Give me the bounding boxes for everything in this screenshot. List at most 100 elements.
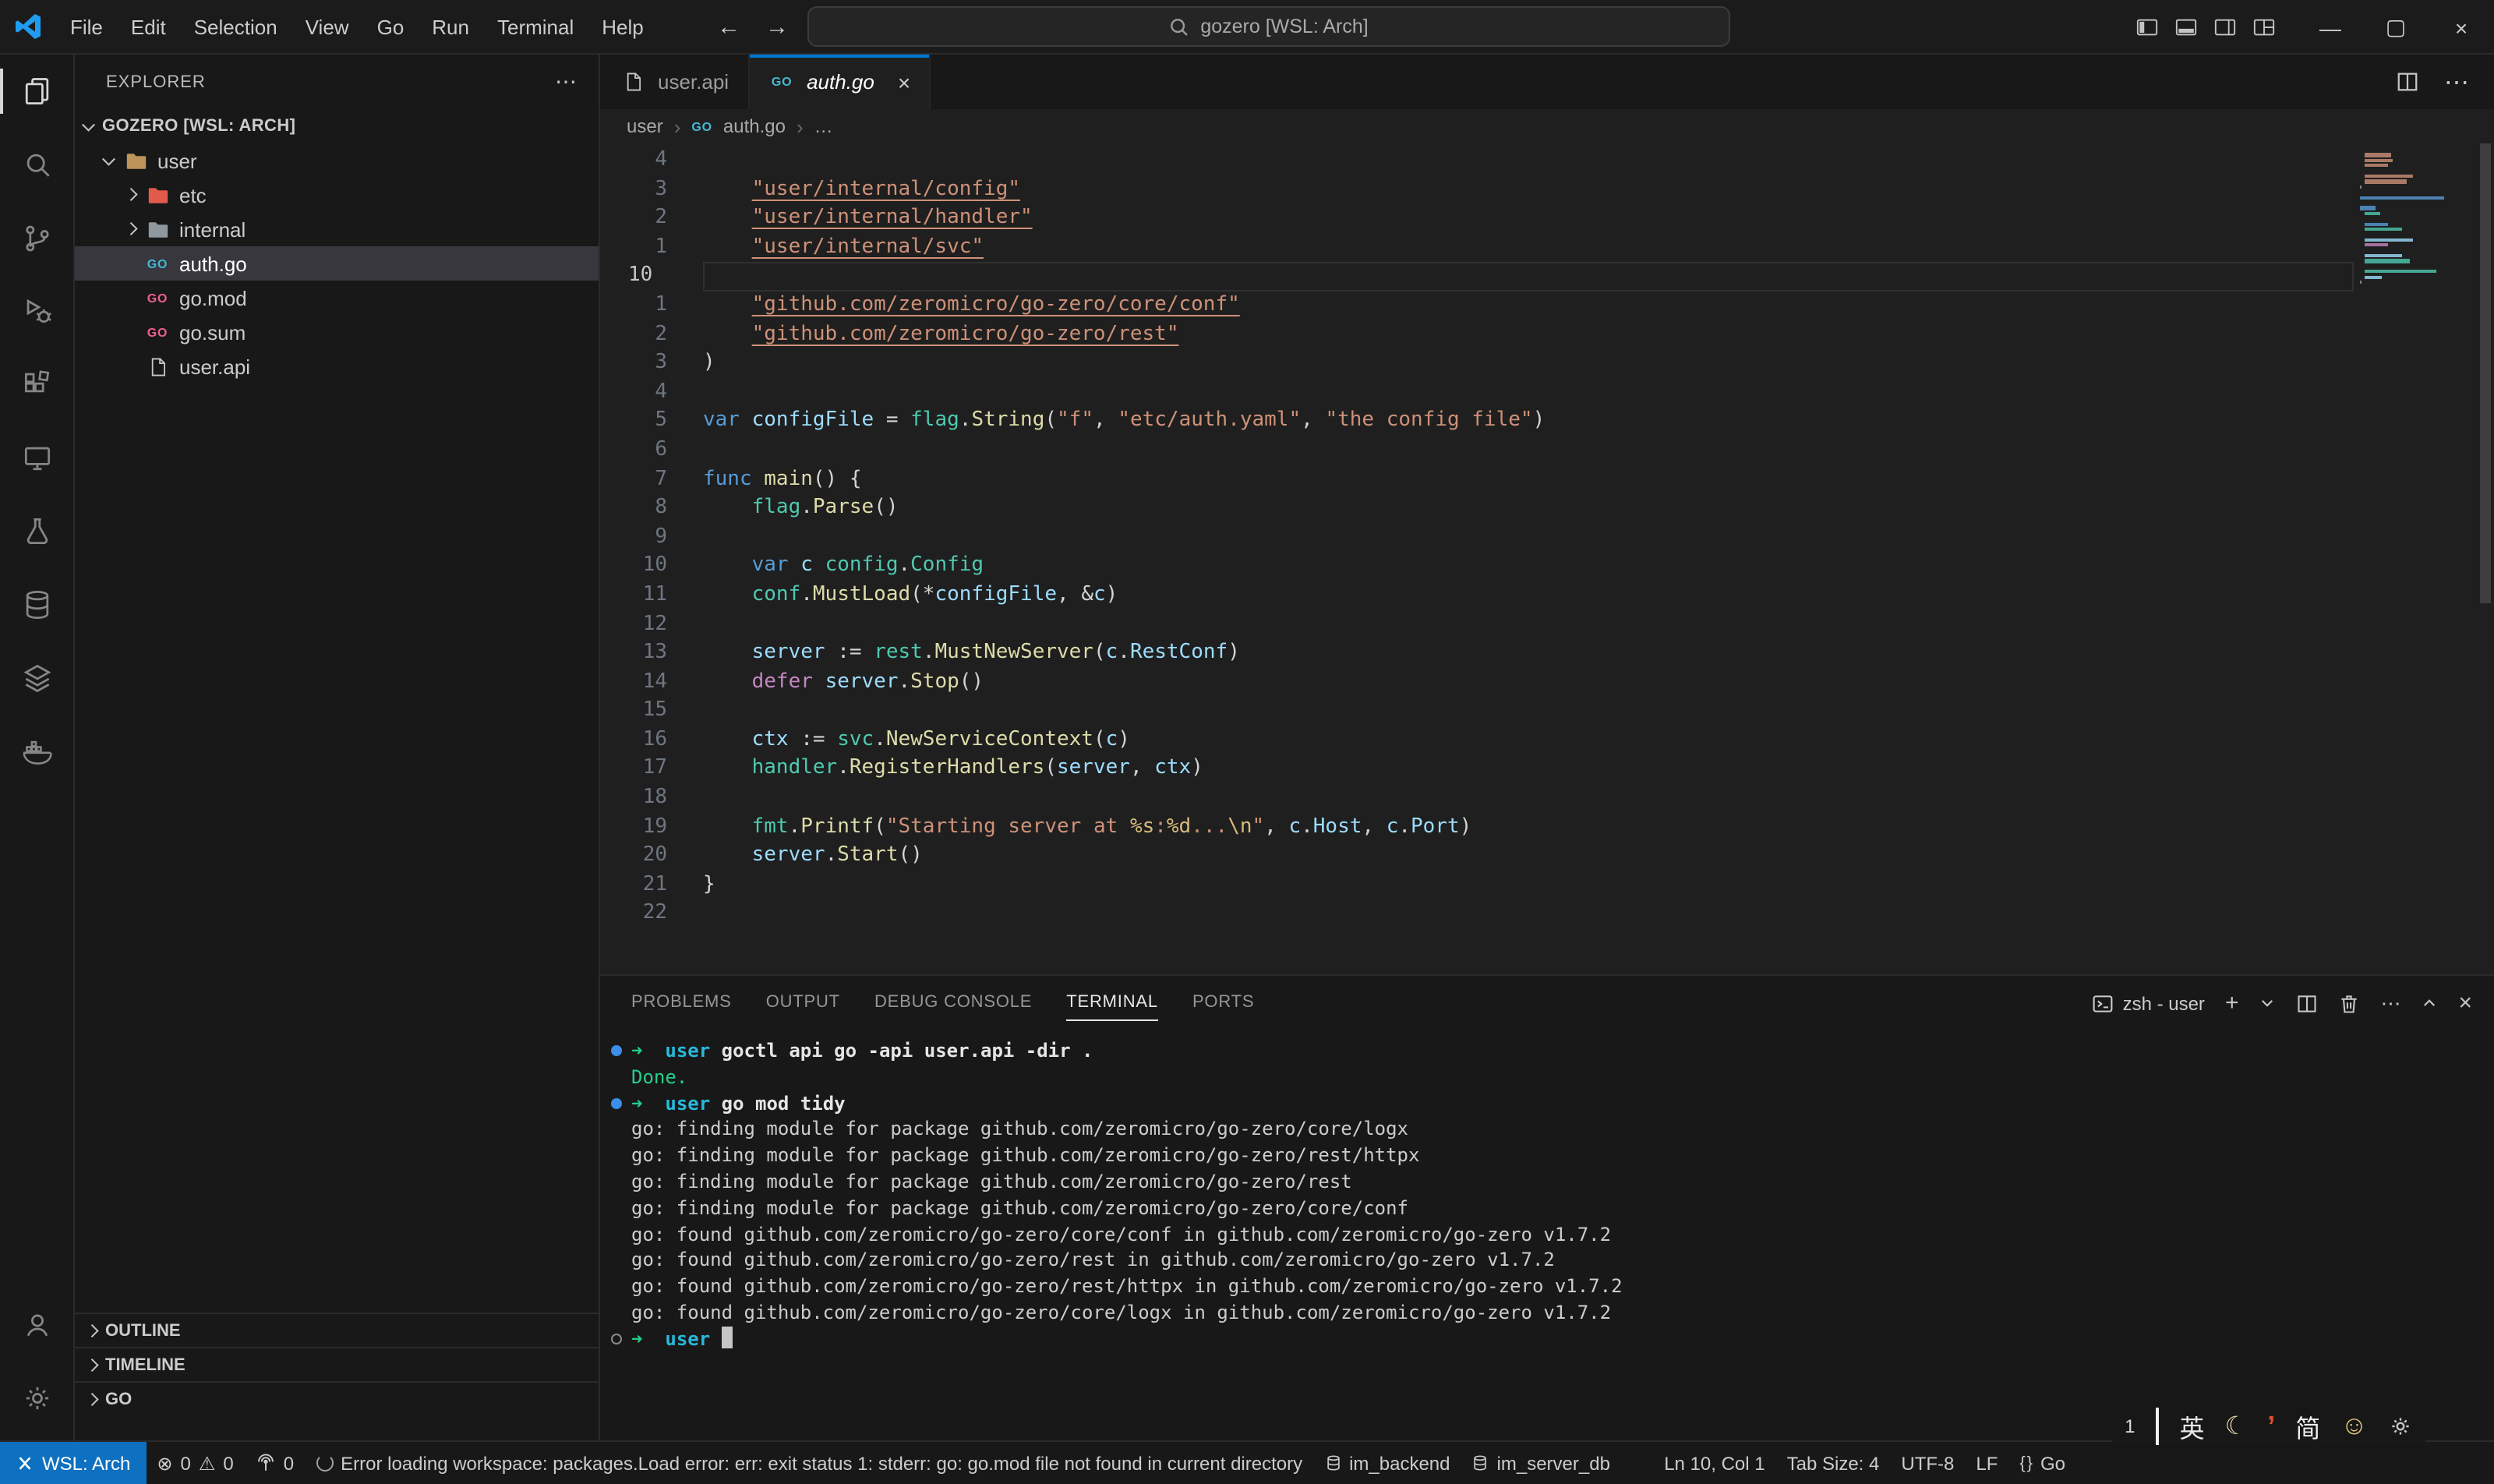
sidebar-section-outline[interactable]: OUTLINE (75, 1313, 599, 1347)
new-terminal-icon[interactable]: + (2225, 990, 2239, 1016)
forwarded-ports-status[interactable]: 0 (245, 1442, 305, 1484)
editor-more-actions-icon[interactable]: ⋯ (2444, 66, 2469, 97)
activity-source-control-icon[interactable] (0, 201, 74, 274)
code-line[interactable]: 5var configFile = flag.String("f", "etc/… (600, 408, 2494, 436)
terminal-output[interactable]: ➜ user goctl api go -api user.api -dir .… (600, 1030, 2494, 1352)
panel-tab-output[interactable]: OUTPUT (766, 976, 840, 1030)
ime-english-mode[interactable]: 英 (2180, 1408, 2205, 1445)
code-editor[interactable]: 43 "user/internal/config"2 "user/interna… (600, 143, 2494, 974)
tab-auth.go[interactable]: GOauth.go× (749, 55, 931, 109)
settings-gear-icon[interactable] (0, 1361, 74, 1434)
back-arrow-icon[interactable]: ← (717, 14, 740, 41)
activity-search-icon[interactable] (0, 128, 74, 201)
activity-remote-explorer-icon[interactable] (0, 421, 74, 494)
cursor-position-status[interactable]: Ln 10, Col 1 (1653, 1452, 1775, 1474)
split-terminal-icon[interactable] (2296, 992, 2318, 1014)
code-line[interactable]: 4 (600, 379, 2494, 408)
minimap[interactable] (2360, 148, 2472, 928)
code-line[interactable]: 7func main() { (600, 465, 2494, 494)
command-center-search[interactable]: gozero [WSL: Arch] (807, 6, 1730, 47)
maximize-panel-icon[interactable] (2421, 995, 2438, 1012)
activity-docker-icon[interactable] (0, 714, 74, 787)
tab-size-status[interactable]: Tab Size: 4 (1776, 1452, 1891, 1474)
sidebar-section-timeline[interactable]: TIMELINE (75, 1347, 599, 1381)
code-line[interactable]: 20 server.Start() (600, 843, 2494, 871)
code-line[interactable]: 12 (600, 610, 2494, 639)
activity-containers-icon[interactable] (0, 641, 74, 714)
forward-arrow-icon[interactable]: → (765, 14, 789, 41)
kill-terminal-icon[interactable] (2338, 992, 2360, 1014)
minimize-button[interactable]: — (2298, 0, 2363, 55)
menu-file[interactable]: File (56, 0, 117, 54)
db-connection-im-backend[interactable]: im_backend (1313, 1442, 1461, 1484)
code-line[interactable]: 19 fmt.Printf("Starting server at %s:%d.… (600, 813, 2494, 842)
menu-run[interactable]: Run (418, 0, 483, 54)
tree-item-user.api[interactable]: user.api (75, 349, 599, 383)
tree-item-etc[interactable]: etc (75, 178, 599, 212)
terminal-dropdown-chevron-icon[interactable] (2259, 995, 2276, 1012)
toggle-panel-icon[interactable] (2174, 16, 2198, 39)
close-panel-icon[interactable]: × (2458, 990, 2472, 1016)
code-line[interactable]: 3) (600, 349, 2494, 378)
workspace-error-status[interactable]: Error loading workspace: packages.Load e… (305, 1442, 1313, 1484)
code-line[interactable]: 4 (600, 147, 2494, 175)
code-line[interactable]: 8 flag.Parse() (600, 494, 2494, 523)
maximize-button[interactable]: ▢ (2363, 0, 2429, 55)
language-mode-status[interactable]: { } Go (2008, 1452, 2076, 1474)
tree-item-go.mod[interactable]: GOgo.mod (75, 281, 599, 315)
code-line[interactable]: 15 (600, 698, 2494, 726)
accounts-icon[interactable] (0, 1288, 74, 1361)
activity-database-icon[interactable] (0, 567, 74, 641)
ime-settings-gear-icon[interactable] (2388, 1414, 2413, 1439)
toggle-sidebar-icon[interactable] (2135, 16, 2159, 39)
code-line[interactable]: 10 (600, 263, 2494, 292)
code-line[interactable]: 11 conf.MustLoad(*configFile, &c) (600, 581, 2494, 610)
customize-layout-icon[interactable] (2252, 16, 2276, 39)
code-line[interactable]: 9 (600, 523, 2494, 552)
db-connection-im-server-db[interactable]: im_server_db (1461, 1442, 1621, 1484)
breadcrumb-more[interactable]: … (814, 115, 833, 137)
encoding-status[interactable]: UTF-8 (1890, 1452, 1965, 1474)
code-line[interactable]: 3 "user/internal/config" (600, 175, 2494, 204)
activity-run-debug-icon[interactable] (0, 274, 74, 348)
eol-status[interactable]: LF (1965, 1452, 2008, 1474)
code-line[interactable]: 22 (600, 900, 2494, 929)
menu-go[interactable]: Go (363, 0, 419, 54)
code-line[interactable]: 2 "user/internal/handler" (600, 204, 2494, 233)
panel-tab-debug-console[interactable]: DEBUG CONSOLE (874, 976, 1032, 1030)
activity-testing-icon[interactable] (0, 494, 74, 567)
explorer-more-actions-icon[interactable]: ⋯ (555, 69, 577, 95)
menu-terminal[interactable]: Terminal (483, 0, 588, 54)
editor-scrollbar[interactable] (2480, 143, 2491, 603)
code-line[interactable]: 16 ctx := svc.NewServiceContext(c) (600, 726, 2494, 755)
sidebar-section-go[interactable]: GO (75, 1381, 599, 1415)
code-line[interactable]: 18 (600, 784, 2494, 813)
code-line[interactable]: 14 defer server.Stop() (600, 668, 2494, 697)
code-line[interactable]: 13 server := rest.MustNewServer(c.RestCo… (600, 639, 2494, 668)
code-line[interactable]: 17 handler.RegisterHandlers(server, ctx) (600, 755, 2494, 784)
panel-more-actions-icon[interactable]: ⋯ (2380, 991, 2400, 1016)
activity-explorer-icon[interactable] (0, 55, 74, 128)
panel-tab-ports[interactable]: PORTS (1192, 976, 1254, 1030)
tree-item-internal[interactable]: internal (75, 212, 599, 246)
panel-tab-problems[interactable]: PROBLEMS (631, 976, 732, 1030)
code-line[interactable]: 2 "github.com/zeromicro/go-zero/rest" (600, 320, 2494, 349)
activity-extensions-icon[interactable] (0, 348, 74, 421)
close-window-button[interactable]: × (2429, 0, 2494, 55)
breadcrumb-folder[interactable]: user (627, 115, 663, 137)
menu-view[interactable]: View (291, 0, 363, 54)
tab-user.api[interactable]: user.api (600, 55, 749, 109)
tree-item-go.sum[interactable]: GOgo.sum (75, 315, 599, 349)
menu-edit[interactable]: Edit (117, 0, 180, 54)
code-line[interactable]: 21} (600, 871, 2494, 900)
close-tab-icon[interactable]: × (898, 69, 910, 94)
remote-indicator[interactable]: WSL: Arch (0, 1442, 146, 1484)
ime-punctuation-icon[interactable]: ʼ (2267, 1410, 2275, 1443)
code-line[interactable]: 1 "github.com/zeromicro/go-zero/core/con… (600, 292, 2494, 320)
ime-simplified-chinese[interactable]: 简 (2295, 1408, 2320, 1445)
split-editor-icon[interactable] (2396, 70, 2419, 94)
panel-tab-terminal[interactable]: TERMINAL (1066, 976, 1158, 1030)
ime-emoji-icon[interactable]: ☺ (2340, 1411, 2368, 1442)
breadcrumb-file[interactable]: auth.go (723, 115, 786, 137)
ime-moon-icon[interactable]: ☾ (2225, 1411, 2248, 1442)
